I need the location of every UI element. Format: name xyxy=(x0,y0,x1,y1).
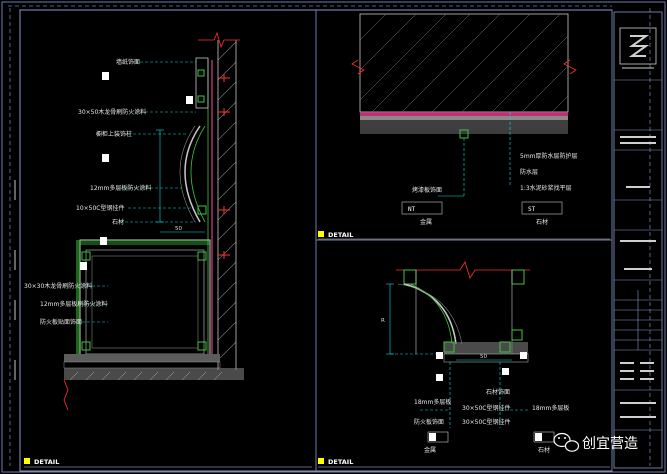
callout-line-group xyxy=(82,61,196,323)
panel-c-tag-stone: 石材 xyxy=(538,446,550,454)
wechat-icon xyxy=(553,432,580,452)
detail-c-text: DETAIL xyxy=(328,458,353,466)
callout-plywood: 12mm多层板防火涂料 xyxy=(90,184,151,192)
panel-a-callouts: 墙纸饰面 30×50木龙骨刷防火涂料 橱柜上装饰柱 12mm多层板防火涂料 10… xyxy=(24,58,196,326)
callout-screed: 1:3水泥砂浆找平层 xyxy=(520,184,572,192)
panel-b-callouts: 5mm厚防水层防护层 防水层 1:3水泥砂浆找平层 烤漆板饰面 NT 金属 ST… xyxy=(401,152,578,226)
callout-plywood-bottom: 12mm多层板刷防火涂料 xyxy=(40,300,107,308)
title-block xyxy=(613,11,663,469)
watermark-text: 创宜营造 xyxy=(582,436,638,452)
callout-paint-panel: 烤漆板饰面 xyxy=(412,186,442,194)
callout-c-steel: 10×50C型钢挂件 xyxy=(76,204,125,212)
callout-waterproof: 防水层 xyxy=(520,168,538,176)
detail-a-text: DETAIL xyxy=(34,458,59,466)
cad-drawing-canvas: 50 墙纸饰面 30×50木龙骨刷防火涂料 橱柜上装饰柱 12mm多层板防火涂料… xyxy=(1,1,666,473)
tag-nt: NT xyxy=(408,206,416,213)
panel-a-wall-section: 50 xyxy=(63,31,244,411)
callout-c-ply-right: 18mm多层板 xyxy=(532,404,569,412)
detail-label-a: DETAIL xyxy=(24,458,312,468)
anchor-marks xyxy=(218,74,230,259)
watermark: 创宜营造 xyxy=(553,432,638,452)
callout-c-fireboard: 防火板饰面 xyxy=(414,418,444,426)
callout-fireboard: 防火板贴面饰面 xyxy=(40,318,82,326)
wall-hatch xyxy=(217,41,237,361)
callout-waterproof-protect: 5mm厚防水层防护层 xyxy=(520,152,578,160)
callout-c-ply-left: 18mm多层板 xyxy=(414,398,451,406)
detail-label-c: DETAIL xyxy=(318,458,610,468)
panel-a-dim-label: 50 xyxy=(175,226,182,232)
tag-st-caption: 石材 xyxy=(536,218,548,226)
callout-wood-joist-top: 30×50木龙骨刷防火涂料 xyxy=(78,108,146,116)
panel-c-dim-bottom: 50 xyxy=(480,354,487,360)
panel-c-dim-r: R xyxy=(381,318,385,324)
callout-c-steel-2: 30×50C型钢挂件 xyxy=(462,418,511,426)
panel-c-tag-metal: 金属 xyxy=(424,446,436,454)
detail-label-b: DETAIL xyxy=(318,231,610,240)
callout-deco-column: 橱柜上装饰柱 xyxy=(96,130,132,138)
tag-nt-caption: 金属 xyxy=(420,218,432,226)
callout-c-steel-1: 30×50C型钢挂件 xyxy=(462,404,511,412)
panel-c-section: R 50 xyxy=(381,261,530,428)
panel-b-section xyxy=(351,13,577,197)
callout-wood-joist-bottom: 30×30木龙骨刷防火涂料 xyxy=(24,282,92,290)
detail-b-text: DETAIL xyxy=(328,231,353,239)
company-logo xyxy=(619,27,657,69)
tag-st: ST xyxy=(528,206,536,213)
callout-c-stone: 石材饰面 xyxy=(486,388,510,396)
callout-wallpaper: 墙纸饰面 xyxy=(116,58,140,66)
callout-stone: 石材 xyxy=(112,218,124,226)
panel-c-callouts: 石材饰面 30×50C型钢挂件 18mm多层板 18mm多层板 30×50C型钢… xyxy=(414,388,569,454)
